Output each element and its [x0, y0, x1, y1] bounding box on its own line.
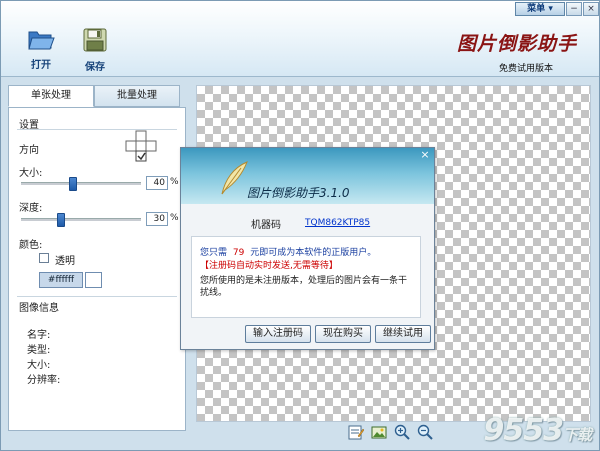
depth-slider-thumb[interactable]	[57, 213, 65, 227]
zoom-in-icon	[394, 424, 410, 440]
note-edit-icon	[348, 425, 364, 440]
enter-code-button[interactable]: 输入注册码	[245, 325, 311, 343]
color-swatch[interactable]	[85, 272, 102, 288]
machine-code-link[interactable]: TQM862KTP85	[305, 218, 370, 228]
unregistered-message: 您所使用的是未注册版本，处理后的图片会有一条干扰线。	[200, 276, 408, 298]
info-name-label: 名字:	[27, 330, 51, 341]
dialog-close-button[interactable]: ×	[420, 149, 430, 160]
depth-input[interactable]: 30	[146, 212, 168, 226]
dialog-header: 图片倒影助手3.1.0 ×	[181, 148, 434, 204]
zoom-out-button[interactable]	[416, 423, 434, 441]
chevron-down-icon: ▾	[548, 4, 553, 14]
size-label: 大小:	[19, 168, 43, 179]
depth-unit: %	[170, 213, 179, 223]
tab-batch[interactable]: 批量处理	[94, 85, 180, 107]
tab-single[interactable]: 单张处理	[8, 85, 94, 107]
app-window: 打开 保存 菜单 ▾ − × 图片倒影助手 免费试用版本 单张处理 批量处理 设…	[0, 0, 600, 451]
tab-bar: 单张处理 批量处理	[8, 85, 186, 107]
info-size-label: 大小:	[27, 360, 51, 371]
divider	[17, 296, 177, 297]
settings-panel: 设置 方向 大小: 40 % 深度: 30 % 颜色: 透明 #ffffff 图…	[8, 107, 186, 431]
save-button[interactable]: 保存	[75, 27, 115, 73]
close-button[interactable]: ×	[583, 2, 599, 16]
size-input[interactable]: 40	[146, 176, 168, 190]
price-suffix: 元即可成为本软件的正版用户。	[250, 248, 377, 258]
open-button[interactable]: 打开	[21, 27, 61, 71]
app-logo: 图片倒影助手	[456, 33, 577, 55]
size-slider-thumb[interactable]	[69, 177, 77, 191]
depth-slider-track[interactable]	[21, 218, 141, 221]
registration-dialog: 图片倒影助手3.1.0 × 机器码 TQM862KTP85 您只需 79 元即可…	[180, 147, 435, 350]
direction-cross-icon	[125, 130, 157, 162]
floppy-disk-icon	[82, 28, 108, 56]
save-label: 保存	[85, 62, 105, 73]
watermark-suffix: 下载	[562, 426, 592, 444]
menu-button[interactable]: 菜单 ▾	[515, 2, 565, 16]
window-controls: 菜单 ▾ − ×	[515, 2, 599, 16]
site-watermark: 9553下载	[483, 413, 592, 448]
edition-label: 免费试用版本	[498, 64, 553, 74]
feather-icon	[219, 160, 249, 199]
zoom-out-icon	[417, 424, 433, 440]
image-info-title: 图像信息	[19, 303, 59, 314]
machine-code-label: 机器码	[251, 220, 281, 231]
buy-now-button[interactable]: 现在购买	[315, 325, 371, 343]
size-slider-track[interactable]	[21, 182, 141, 185]
price-line: 您只需 79 元即可成为本软件的正版用户。	[200, 245, 376, 258]
info-type-label: 类型:	[27, 345, 51, 356]
dialog-message-box: 您只需 79 元即可成为本软件的正版用户。 【注册码自动实时发送,无需等待】 您…	[191, 236, 421, 318]
size-unit: %	[170, 177, 179, 187]
dialog-title: 图片倒影助手3.1.0	[247, 186, 350, 200]
price-prefix: 您只需	[200, 248, 228, 258]
menu-label: 菜单	[527, 4, 546, 14]
depth-label: 深度:	[19, 203, 43, 214]
open-label: 打开	[31, 60, 51, 71]
folder-open-icon	[27, 31, 55, 54]
bottom-toolbar	[347, 423, 434, 441]
direction-selector[interactable]	[125, 130, 157, 167]
picture-icon	[371, 426, 387, 439]
direction-label: 方向	[19, 145, 39, 156]
info-resolution-label: 分辨率:	[27, 375, 61, 386]
minimize-button[interactable]: −	[566, 2, 582, 16]
price-value: 79	[232, 248, 245, 258]
edit-note-button[interactable]	[347, 423, 365, 441]
transparent-checkbox[interactable]	[39, 253, 49, 263]
watermark-digits: 9553	[483, 413, 563, 448]
color-value-field[interactable]: #ffffff	[39, 272, 83, 288]
continue-trial-button[interactable]: 继续试用	[375, 325, 431, 343]
notice-line: 【注册码自动实时发送,无需等待】	[200, 261, 338, 271]
color-label: 颜色:	[19, 240, 43, 251]
zoom-in-button[interactable]	[393, 423, 411, 441]
fit-image-button[interactable]	[370, 423, 388, 441]
left-panel: 单张处理 批量处理 设置 方向 大小: 40 % 深度: 30 % 颜色: 透明…	[8, 85, 186, 431]
transparent-label: 透明	[55, 256, 75, 267]
header-toolbar: 打开 保存 菜单 ▾ − × 图片倒影助手 免费试用版本	[1, 1, 599, 77]
